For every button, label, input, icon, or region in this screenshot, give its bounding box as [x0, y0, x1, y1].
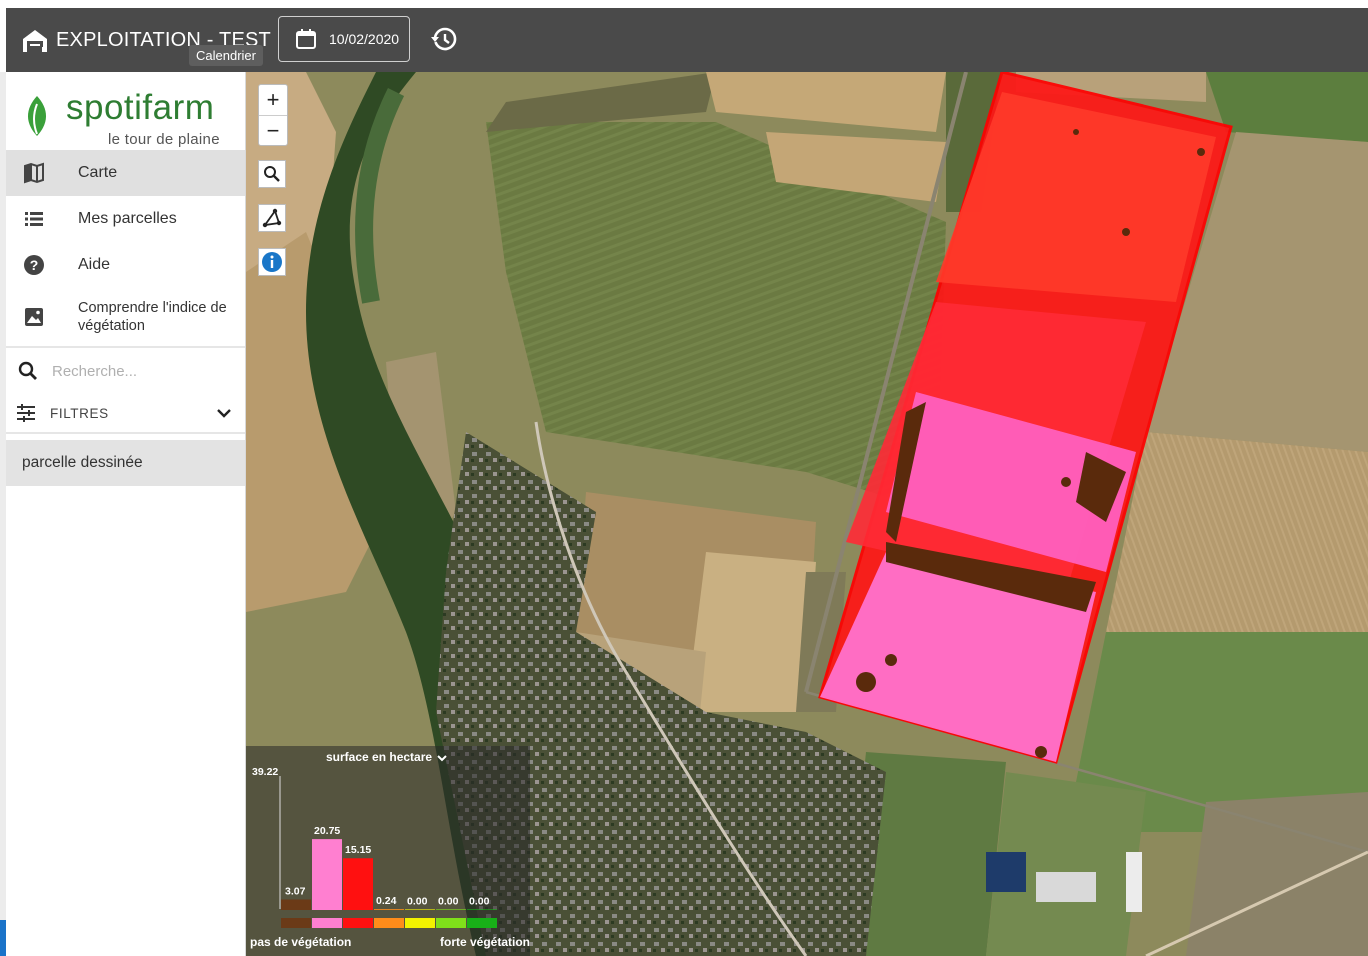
histogram-bar — [374, 909, 404, 910]
histogram-bar — [467, 909, 497, 910]
farm-icon[interactable] — [20, 25, 50, 55]
search-row — [6, 348, 245, 394]
calendar-tooltip: Calendrier — [189, 45, 263, 66]
spotifarm-logo[interactable]: spotifarm le tour de plaine — [20, 84, 240, 150]
histogram-value-label: 20.75 — [314, 825, 340, 837]
vegetation-histogram: 3.07 20.75 15.15 0.24 0.00 0.00 0.00 — [279, 776, 497, 928]
histogram-value-label: 0.24 — [376, 895, 397, 907]
histogram-value-label: 0.00 — [438, 895, 459, 907]
color-scale-swatch — [436, 918, 466, 928]
main-menu: Carte Mes parcelles ? Aide Comprendre l'… — [6, 150, 245, 486]
chevron-down-icon — [217, 409, 231, 418]
zoom-control: + − — [258, 84, 288, 146]
info-button[interactable] — [258, 248, 286, 276]
histogram-value-label: 0.00 — [407, 895, 428, 907]
color-scale-swatch — [374, 918, 404, 928]
color-scale-swatch — [405, 918, 435, 928]
brand-name: spotifarm — [66, 88, 215, 127]
date-value: 10/02/2020 — [329, 31, 400, 47]
color-scale-swatch — [281, 918, 311, 928]
menu-item-mes-parcelles[interactable]: Mes parcelles — [6, 196, 245, 242]
menu-item-label: Carte — [78, 164, 118, 181]
map-icon — [24, 162, 44, 184]
histogram-value-label: 15.15 — [345, 844, 371, 856]
menu-item-label: Aide — [78, 256, 111, 273]
menu-item-aide[interactable]: ? Aide — [6, 242, 245, 288]
menu-item-comprendre-indice[interactable]: Comprendre l'indice de végétation — [6, 288, 245, 346]
menu-item-label: Mes parcelles — [78, 210, 177, 227]
histogram-bar — [343, 858, 373, 910]
draw-polygon-icon — [262, 208, 282, 228]
leaf-icon — [27, 96, 47, 136]
map-search-button[interactable] — [258, 160, 286, 188]
histogram-bar — [281, 899, 311, 910]
filters-toggle[interactable]: FILTRES — [6, 394, 245, 432]
info-icon — [262, 252, 282, 272]
filters-label: FILTRES — [50, 405, 109, 421]
date-picker-button[interactable]: 10/02/2020 — [278, 16, 410, 62]
map-view[interactable]: + − surface en hectare 39.22 3.07 20.75 15… — [246, 72, 1368, 956]
app-header: EXPLOITATION - TEST Calendrier 10/02/202… — [6, 8, 1368, 72]
top-strip — [0, 0, 1368, 8]
calendar-icon — [296, 29, 316, 49]
search-icon — [18, 361, 37, 380]
parcel-list-item[interactable]: parcelle dessinée — [6, 440, 245, 486]
help-icon: ? — [24, 255, 44, 275]
color-scale-swatch — [343, 918, 373, 928]
search-icon — [264, 166, 280, 182]
draw-parcel-button[interactable] — [258, 204, 286, 232]
filters-divider — [6, 432, 245, 434]
no-vegetation-label: pas de végétation — [250, 935, 352, 949]
color-scale-swatch — [312, 918, 342, 928]
histogram-bar — [436, 909, 466, 910]
zoom-in-button[interactable]: + — [259, 85, 287, 115]
image-icon — [25, 308, 43, 326]
histogram-bar — [312, 839, 342, 910]
history-icon[interactable] — [430, 25, 458, 53]
histogram-value-label: 3.07 — [285, 886, 306, 898]
brand-tagline: le tour de plaine — [108, 131, 220, 148]
search-input[interactable] — [50, 361, 224, 381]
menu-item-label: Comprendre l'indice de végétation — [78, 300, 227, 334]
histogram-value-label: 0.00 — [469, 895, 490, 907]
vegetation-legend: surface en hectare 39.22 3.07 20.75 15.15 0… — [246, 746, 530, 956]
tune-icon — [17, 404, 35, 422]
svg-text:?: ? — [30, 257, 39, 273]
histogram-bar — [405, 909, 435, 910]
zoom-out-button[interactable]: − — [259, 116, 287, 146]
menu-item-carte[interactable]: Carte — [6, 150, 245, 196]
list-icon — [25, 212, 43, 226]
sidebar: spotifarm le tour de plaine Carte Mes pa… — [6, 72, 246, 956]
color-scale-swatch — [467, 918, 497, 928]
strong-vegetation-label: forte végétation — [440, 935, 531, 949]
